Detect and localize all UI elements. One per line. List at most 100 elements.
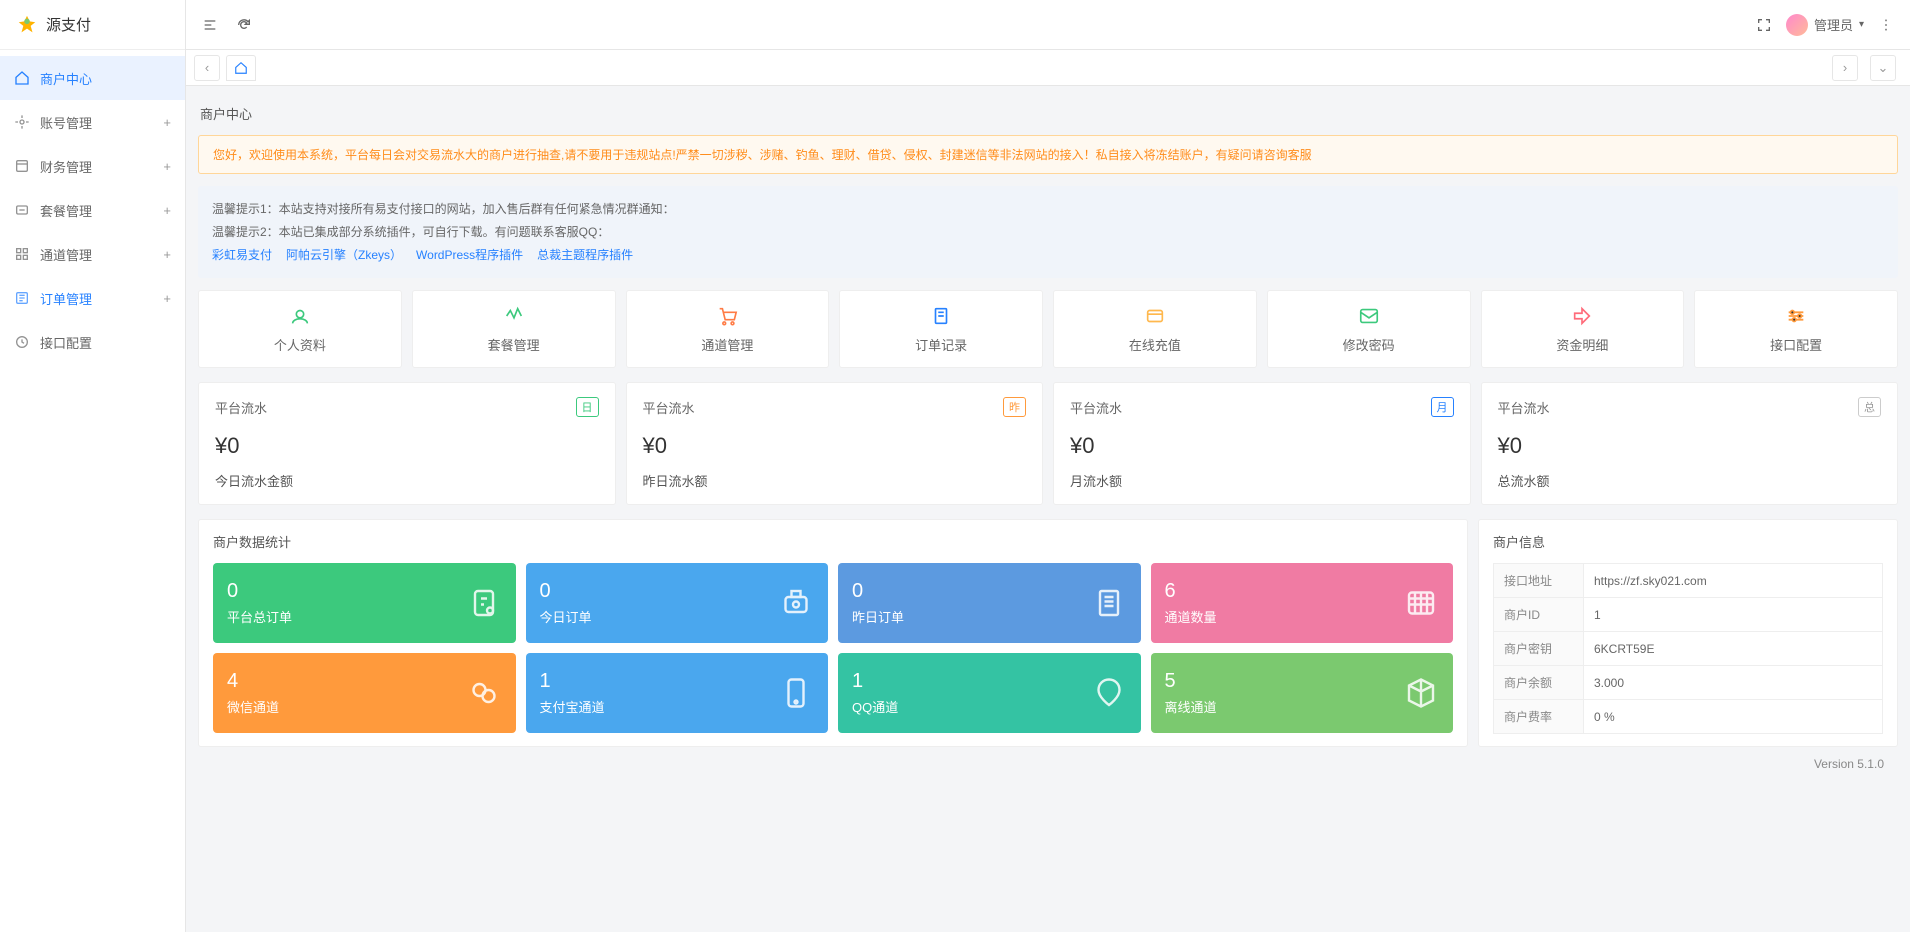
nav-icon [14,202,30,218]
quick-label: 套餐管理 [488,335,540,354]
tabs-dropdown[interactable]: ⌄ [1870,55,1896,81]
page-title: 商户中心 [198,98,1898,135]
avatar [1786,14,1808,36]
quick-card-6[interactable]: 资金明细 [1481,290,1685,368]
stat-badge: 月 [1431,397,1454,417]
color-card-7[interactable]: 5 离线通道 [1151,653,1454,733]
tabs-next[interactable]: › [1832,55,1858,81]
data-stats-title: 商户数据统计 [213,532,1453,551]
rocket-icon [16,14,38,36]
info-key: 商户余额 [1494,666,1584,700]
nav-icon [14,158,30,174]
info-key: 接口地址 [1494,564,1584,598]
color-card-icon [1403,585,1439,621]
fullscreen-icon[interactable] [1756,17,1772,33]
color-card-5[interactable]: 1 支付宝通道 [526,653,829,733]
quick-label: 通道管理 [701,335,753,354]
stat-value: ¥0 [215,433,599,459]
nav-label: 套餐管理 [40,201,92,220]
quick-label: 个人资料 [274,335,326,354]
color-card-label: 昨日订单 [852,607,904,626]
sidebar-item-3[interactable]: 套餐管理+ [0,188,185,232]
alert-link[interactable]: 总裁主题程序插件 [537,248,633,262]
tabs-prev[interactable]: ‹ [194,55,220,81]
brand-name: 源支付 [46,14,91,35]
quick-card-0[interactable]: 个人资料 [198,290,402,368]
color-card-num: 5 [1165,670,1217,693]
menu-toggle-icon[interactable] [202,17,218,33]
stat-card-2: 平台流水月¥0月流水额 [1053,382,1471,505]
alert-link[interactable]: 阿帕云引擎（Zkeys） [286,248,402,262]
nav-label: 接口配置 [40,333,92,352]
tab-home[interactable] [226,55,256,81]
stat-badge: 日 [576,397,599,417]
content: 商户中心 您好，欢迎使用本系统，平台每日会对交易流水大的商户进行抽查,请不要用于… [186,86,1910,932]
sidebar-item-2[interactable]: 财务管理+ [0,144,185,188]
alert-link[interactable]: 彩虹易支付 [212,248,272,262]
color-card-num: 1 [540,670,605,693]
stat-sub: 总流水额 [1498,471,1882,490]
stat-card-0: 平台流水日¥0今日流水金额 [198,382,616,505]
user-menu[interactable]: 管理员 ▾ [1786,14,1864,36]
color-card-label: 平台总订单 [227,607,292,626]
quick-icon [503,305,525,327]
info-value: 0 % [1584,700,1883,734]
color-card-4[interactable]: 4微信通道 [213,653,516,733]
color-card-1[interactable]: 0今日订单 [526,563,829,643]
merchant-info-title: 商户信息 [1493,532,1883,551]
quick-card-7[interactable]: 接口配置 [1694,290,1898,368]
color-card-num: 0 [852,580,904,603]
info-row: 商户费率0 % [1494,700,1883,734]
plus-icon: + [163,159,171,174]
alert-info: 温馨提示1：本站支持对接所有易支付接口的网站，加入售后群有任何紧急情况群通知： … [198,186,1898,278]
quick-icon [1785,305,1807,327]
sidebar-item-5[interactable]: 订单管理+ [0,276,185,320]
nav-icon [14,290,30,306]
main-area: 管理员 ▾ ‹ › ⌄ 商户中心 您好，欢迎使用本系统，平台每日会对交易流水大的… [186,0,1910,932]
plus-icon: + [163,291,171,306]
color-card-label: QQ通道 [852,697,898,716]
stat-value: ¥0 [1070,433,1454,459]
color-card-3[interactable]: 6通道数量 [1151,563,1454,643]
info-value: 1 [1584,598,1883,632]
sidebar-item-6[interactable]: 接口配置 [0,320,185,364]
color-card-6[interactable]: 1QQ通道 [838,653,1141,733]
nav-label: 商户中心 [40,69,92,88]
sidebar-item-4[interactable]: 通道管理+ [0,232,185,276]
quick-icon [1144,305,1166,327]
footer-version: Version 5.1.0 [198,747,1898,781]
data-stats-panel: 商户数据统计 0平台总订单0今日订单0昨日订单6通道数量4微信通道1支付宝通道1… [198,519,1468,747]
sidebar-item-1[interactable]: 账号管理+ [0,100,185,144]
color-card-0[interactable]: 0平台总订单 [213,563,516,643]
quick-card-4[interactable]: 在线充值 [1053,290,1257,368]
more-icon[interactable] [1878,17,1894,33]
quick-icon [1571,305,1593,327]
nav-icon [14,70,30,86]
color-card-icon [1091,675,1127,711]
alert-link[interactable]: WordPress程序插件 [416,248,523,262]
info-key: 商户ID [1494,598,1584,632]
topbar: 管理员 ▾ [186,0,1910,50]
color-card-label: 离线通道 [1165,697,1217,716]
info-row: 接口地址https://zf.sky021.com [1494,564,1883,598]
quick-icon [930,305,952,327]
color-card-icon [466,675,502,711]
stat-card-1: 平台流水昨¥0昨日流水额 [626,382,1044,505]
stat-title: 平台流水 [1070,398,1122,417]
sidebar-item-0[interactable]: 商户中心 [0,56,185,100]
refresh-icon[interactable] [236,17,252,33]
color-card-icon [778,585,814,621]
quick-icon [716,305,738,327]
quick-label: 资金明细 [1556,335,1608,354]
color-card-2[interactable]: 0 昨日订单 [838,563,1141,643]
color-card-icon [1091,585,1127,621]
quick-icon [289,305,311,327]
stat-sub: 昨日流水额 [643,471,1027,490]
quick-card-5[interactable]: 修改密码 [1267,290,1471,368]
quick-label: 在线充值 [1129,335,1181,354]
quick-card-1[interactable]: 套餐管理 [412,290,616,368]
quick-card-2[interactable]: 通道管理 [626,290,830,368]
info-row: 商户密钥6KCRT59E [1494,632,1883,666]
color-card-label: 支付宝通道 [540,697,605,716]
quick-card-3[interactable]: 订单记录 [839,290,1043,368]
